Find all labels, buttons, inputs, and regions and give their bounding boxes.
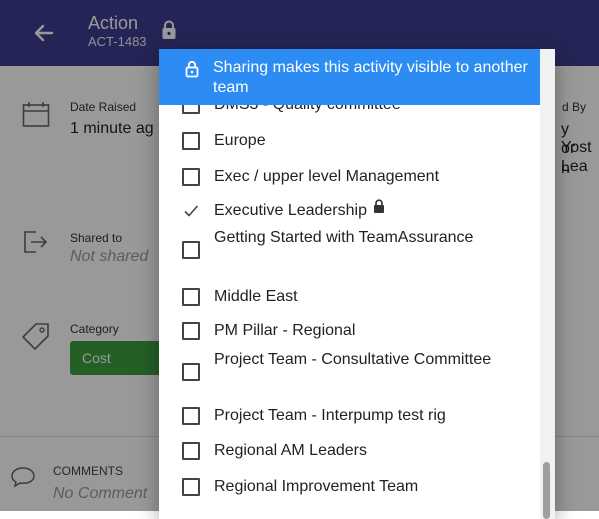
team-list-item[interactable]: Europe: [159, 125, 540, 157]
team-list-item[interactable]: Project Team - Interpump test rig: [159, 400, 540, 432]
lock-icon: [373, 197, 385, 222]
team-label: Project Team - Interpump test rig: [214, 407, 446, 424]
team-label: Regional AM Leaders: [214, 442, 367, 459]
team-checkbox[interactable]: [182, 363, 200, 381]
team-label: Exec / upper level Management: [214, 168, 440, 185]
team-list-item[interactable]: Getting Started with TeamAssurance: [159, 224, 540, 276]
lock-icon: [185, 60, 199, 83]
team-label: PM Pillar - Regional: [214, 322, 356, 339]
scrollbar-track[interactable]: [540, 49, 555, 519]
team-label: Middle East: [214, 288, 298, 305]
team-label: Project Team - Consultative Committee: [214, 351, 492, 368]
team-label: Regional Improvement Team: [214, 478, 419, 495]
team-list-item[interactable]: Middle East: [159, 281, 540, 313]
team-list-item[interactable]: Exec / upper level Management: [159, 161, 540, 193]
sharing-info-banner: Sharing makes this activity visible to a…: [159, 49, 540, 105]
checkmark-icon: [184, 205, 199, 217]
team-checkbox[interactable]: [182, 478, 200, 496]
team-list-item[interactable]: Regional AM Leaders: [159, 435, 540, 467]
team-checkbox[interactable]: [182, 241, 200, 259]
team-list-item[interactable]: PM Pillar - Regional: [159, 315, 540, 347]
team-checkbox[interactable]: [182, 168, 200, 186]
team-label: Executive Leadership: [214, 198, 524, 223]
team-checkbox[interactable]: [182, 202, 200, 220]
team-checkbox[interactable]: [182, 322, 200, 340]
scrollbar-thumb[interactable]: [543, 462, 550, 519]
banner-text: Sharing makes this activity visible to a…: [213, 59, 528, 96]
team-list-item[interactable]: Project Team - Consultative Committee: [159, 346, 540, 398]
team-checkbox[interactable]: [182, 442, 200, 460]
team-label: Getting Started with TeamAssurance: [214, 229, 474, 246]
team-checkbox[interactable]: [182, 132, 200, 150]
team-list-item[interactable]: Executive Leadership: [159, 195, 540, 227]
share-team-dialog: DMS3 - Quality committeeEuropeExec / upp…: [159, 49, 555, 519]
team-label: Europe: [214, 132, 266, 149]
team-checkbox[interactable]: [182, 288, 200, 306]
team-checkbox[interactable]: [182, 407, 200, 425]
team-list-item[interactable]: Regional Improvement Team: [159, 471, 540, 503]
